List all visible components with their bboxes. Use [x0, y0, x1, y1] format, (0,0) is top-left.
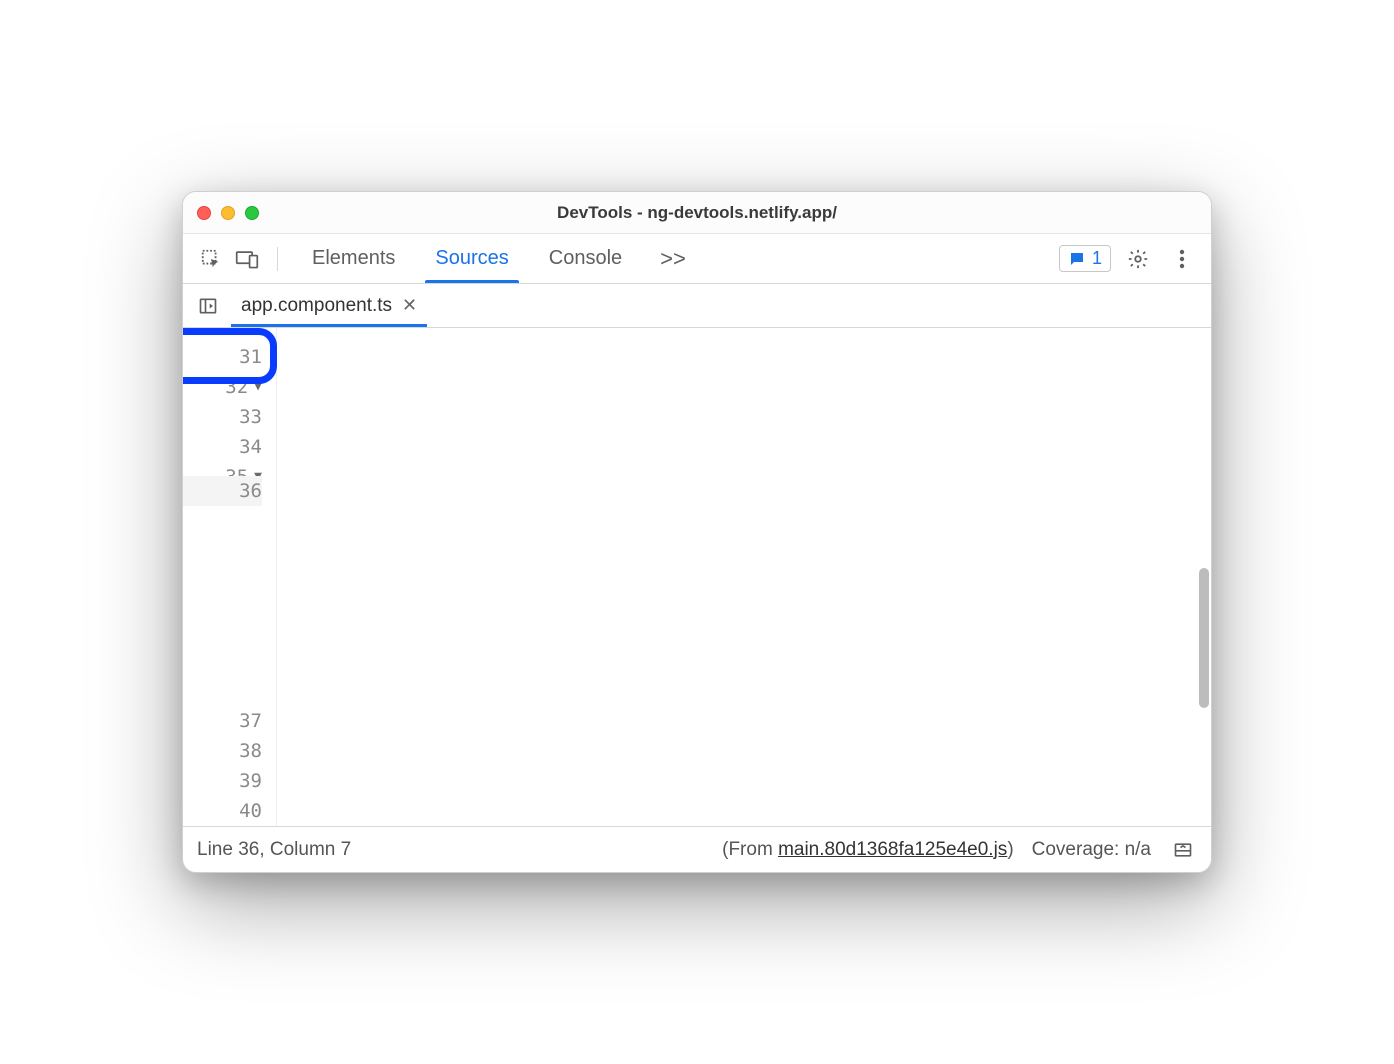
window-title: DevTools - ng-devtools.netlify.app/	[183, 203, 1211, 223]
devtools-window: DevTools - ng-devtools.netlify.app/ Elem…	[182, 191, 1212, 873]
tab-elements[interactable]: Elements	[292, 234, 415, 283]
tab-sources[interactable]: Sources	[415, 234, 528, 283]
close-tab-button[interactable]: ✕	[402, 295, 417, 316]
more-menu-button[interactable]	[1165, 242, 1199, 276]
maximize-window-button[interactable]	[245, 206, 259, 220]
code-editor: 303132▼333435▼36 37383940	[183, 328, 1211, 826]
device-toolbar-icon[interactable]	[231, 243, 263, 275]
kebab-icon	[1179, 249, 1185, 269]
gear-icon	[1127, 248, 1149, 270]
file-tab-app-component[interactable]: app.component.ts ✕	[227, 284, 431, 327]
line-gutter[interactable]: 303132▼333435▼36 37383940	[183, 328, 277, 826]
toolbar-separator	[277, 247, 278, 271]
cursor-position: Line 36, Column 7	[197, 839, 351, 861]
close-window-button[interactable]	[197, 206, 211, 220]
gutter-line[interactable]: 39	[183, 766, 262, 796]
gutter-line[interactable]: 32▼	[183, 372, 262, 402]
gutter-line[interactable]: 33	[183, 402, 262, 432]
settings-button[interactable]	[1121, 242, 1155, 276]
navigator-toggle[interactable]	[189, 284, 227, 327]
gutter-line[interactable]: 37	[183, 706, 262, 736]
tabs-overflow[interactable]: >>	[646, 246, 700, 272]
main-tabs: Elements Sources Console	[292, 234, 642, 283]
gutter-line[interactable]: 34	[183, 432, 262, 462]
gutter-line[interactable]: 38	[183, 736, 262, 766]
gutter-line[interactable]: 30	[183, 328, 262, 342]
file-tab-bar: app.component.ts ✕	[183, 284, 1211, 328]
traffic-lights	[197, 206, 259, 220]
issues-count: 1	[1092, 248, 1102, 269]
drawer-icon	[1173, 840, 1193, 860]
gutter-line[interactable]: 40	[183, 796, 262, 826]
drawer-toggle[interactable]	[1169, 836, 1197, 864]
main-toolbar: Elements Sources Console >> 1	[183, 234, 1211, 284]
coverage-status: Coverage: n/a	[1032, 839, 1151, 861]
source-file-link[interactable]: main.80d1368fa125e4e0.js	[778, 839, 1007, 860]
source-from: (From main.80d1368fa125e4e0.js)	[722, 839, 1014, 861]
gutter-line[interactable]: 36	[183, 476, 262, 506]
message-icon	[1068, 250, 1086, 268]
scrollbar-thumb[interactable]	[1199, 568, 1209, 708]
issues-badge[interactable]: 1	[1059, 245, 1111, 272]
minimize-window-button[interactable]	[221, 206, 235, 220]
gutter-line[interactable]: 31	[183, 342, 262, 372]
tab-console[interactable]: Console	[529, 234, 642, 283]
inspect-element-icon[interactable]	[195, 243, 227, 275]
file-tab-label: app.component.ts	[241, 295, 392, 317]
gutter-line[interactable]: 35▼	[183, 462, 262, 476]
titlebar: DevTools - ng-devtools.netlify.app/	[183, 192, 1211, 234]
code-content[interactable]	[277, 328, 1211, 826]
fold-toggle-icon[interactable]: ▼	[254, 462, 262, 476]
panel-icon	[198, 296, 218, 316]
fold-toggle-icon[interactable]: ▼	[254, 372, 262, 402]
status-bar: Line 36, Column 7 (From main.80d1368fa12…	[183, 826, 1211, 872]
